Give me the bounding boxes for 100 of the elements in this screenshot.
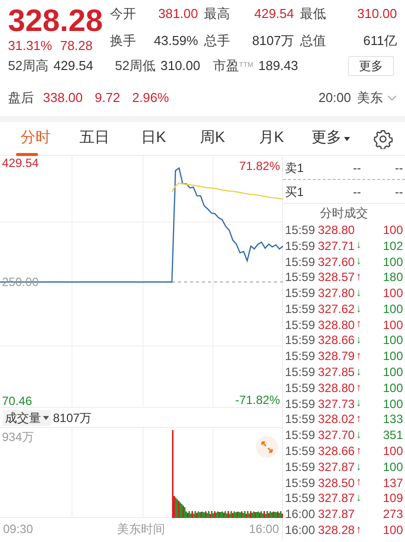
trade-volume: 100 — [382, 332, 403, 350]
trade-volume: 100 — [382, 300, 403, 318]
trade-price: 327.87 — [318, 458, 355, 476]
chart-tab[interactable]: 周K — [183, 122, 242, 156]
trade-time: 15:59 — [285, 427, 316, 444]
trade-time: 15:59 — [285, 380, 316, 397]
axis-label: 934万 — [2, 430, 34, 444]
chart-tab[interactable]: 更多 — [301, 122, 360, 156]
trend-arrow: ↓ — [354, 364, 362, 380]
trade-price: 328.80 — [318, 316, 355, 334]
order-size: -- — [394, 160, 403, 176]
chart-tab[interactable]: 五日 — [65, 122, 124, 156]
trend-arrow: ↑ — [354, 444, 362, 459]
after-hours-value: 338.00 — [43, 89, 83, 107]
chevron-down-icon[interactable] — [387, 95, 397, 101]
order-price: -- — [352, 184, 361, 200]
after-hours-value: 9.72 — [94, 89, 120, 107]
more-button[interactable]: 更多 — [348, 56, 394, 76]
trade-time: 15:59 — [285, 332, 316, 350]
trade-time: 15:59 — [285, 316, 316, 334]
trade-volume: 137 — [382, 474, 403, 492]
expand-icon[interactable] — [256, 436, 278, 458]
stock-price: 328.28 — [8, 4, 104, 38]
stat-label: 52周高 — [8, 57, 48, 75]
trade-time: 16:00 — [285, 522, 316, 540]
trade-time: 15:59 — [285, 254, 316, 270]
trade-time: 15:59 — [285, 269, 316, 286]
axis-label: 71.82% — [239, 159, 280, 173]
trend-arrow: ↑ — [354, 522, 362, 538]
after-hours-time: 20:00 — [318, 89, 351, 107]
trade-volume: 100 — [382, 443, 403, 460]
trade-price: 327.60 — [318, 254, 355, 270]
trade-price: 328.80 — [318, 380, 355, 397]
stat-label: 总值 — [300, 32, 327, 50]
trade-time: 15:59 — [285, 490, 316, 508]
trade-time: 15:59 — [285, 364, 316, 382]
trade-volume: 100 — [382, 254, 403, 270]
trade-time: 15:59 — [285, 443, 316, 460]
trade-price: 328.28 — [318, 522, 355, 540]
trade-time: 15:59 — [285, 396, 316, 413]
trade-volume: 100 — [382, 222, 403, 239]
trade-price: 328.50 — [318, 474, 355, 492]
volume-total: 8107万 — [53, 410, 92, 426]
trade-volume: 100 — [382, 522, 403, 540]
stat-value: 43.59% — [152, 32, 198, 50]
trade-time: 15:59 — [285, 222, 316, 239]
trend-arrow: ↑ — [354, 380, 362, 396]
change-amount: 78.28 — [60, 38, 93, 54]
trade-volume: 351 — [382, 427, 403, 444]
trade-time: 16:00 — [285, 506, 316, 524]
trade-price: 328.80 — [318, 222, 355, 239]
stat-label: 52周低 — [115, 57, 156, 75]
trend-arrow: ↓ — [354, 286, 362, 301]
section-title: 分时成交 — [319, 205, 369, 222]
chart-tab[interactable]: 月K — [242, 122, 301, 156]
trade-time: 15:59 — [285, 238, 316, 255]
trade-volume: 109 — [382, 490, 403, 508]
axis-label: 70.46 — [2, 394, 32, 408]
trade-price: 328.02 — [318, 411, 355, 428]
trade-time: 15:59 — [285, 458, 316, 476]
trade-volume: 102 — [382, 238, 403, 255]
stat-value: 189.43 — [258, 57, 298, 75]
stat-label: 市盈$^{TTM}$ — [213, 57, 254, 75]
trend-arrow: ↓ — [354, 302, 362, 317]
chart-tab[interactable]: 分时 — [6, 122, 65, 156]
trade-volume: 100 — [382, 380, 403, 397]
trade-volume: 100 — [382, 458, 403, 476]
trend-arrow: ↓ — [354, 238, 362, 254]
stat-value: 429.54 — [53, 57, 94, 75]
trade-volume: 100 — [382, 316, 403, 334]
after-hours-label: 盘后 — [8, 89, 34, 107]
trend-arrow: ↓ — [354, 460, 362, 475]
volume-dropdown[interactable]: 成交量 — [3, 410, 51, 426]
stat-value: 8107万 — [251, 32, 294, 50]
trade-time: 15:59 — [285, 474, 316, 492]
order-price: -- — [352, 160, 361, 176]
trend-arrow: ↑ — [354, 270, 362, 286]
trend-arrow: ↓ — [354, 491, 362, 506]
settings-icon[interactable] — [373, 128, 393, 148]
trend-arrow: ↑ — [354, 475, 362, 490]
stat-label: 最高 — [204, 5, 231, 23]
change-percent: 31.31% — [8, 38, 52, 54]
order-size: -- — [394, 184, 403, 200]
trade-price: 328.66 — [318, 443, 355, 460]
axis-label: 09:30 — [3, 521, 34, 538]
chart-tab[interactable]: 日K — [124, 122, 183, 156]
trend-arrow: ↓ — [354, 396, 362, 412]
trade-volume: 100 — [382, 396, 403, 413]
trade-price: 327.62 — [318, 300, 355, 318]
time-zone-label: 美东 — [357, 89, 383, 107]
trend-arrow: ↑ — [354, 317, 362, 332]
stat-value: 381.00 — [157, 5, 198, 23]
stat-value: 429.54 — [253, 5, 294, 23]
stat-value: 310.00 — [160, 57, 200, 75]
trade-price: 327.70 — [318, 427, 355, 444]
stat-value: 310.00 — [356, 5, 397, 23]
axis-label: 16:00 — [248, 521, 279, 538]
trend-arrow: ↓ — [354, 333, 362, 348]
trade-price: 328.66 — [318, 332, 355, 350]
trade-price: 328.57 — [318, 269, 355, 286]
